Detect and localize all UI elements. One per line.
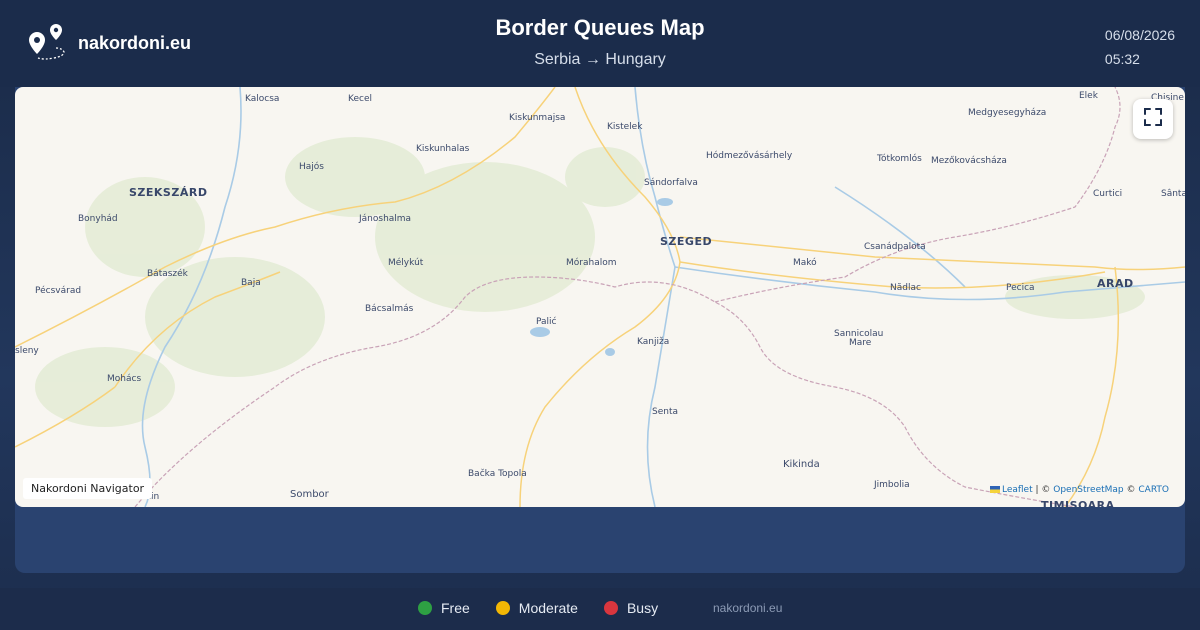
city-label: Bonyhád [78, 214, 118, 224]
city-label: sleny [15, 346, 39, 356]
city-label: Csanádpalota [864, 242, 926, 252]
city-label: Kistelek [607, 122, 643, 132]
city-label: Bácsalmás [365, 304, 414, 314]
footer: Free Moderate Busy nakordoni.eu [0, 588, 1200, 630]
legend-label: Moderate [518, 600, 578, 616]
border-map[interactable]: Kalocsa Kecel Kiskunmajsa Kistelek Elek … [15, 87, 1185, 507]
ukraine-flag-icon [989, 486, 1000, 493]
city-label: Kalocsa [245, 94, 280, 104]
city-label: Senta [652, 407, 678, 417]
city-label: Pécsvárad [35, 286, 82, 296]
time-text: 05:32 [1104, 51, 1140, 67]
navigator-label: Nakordoni Navigator [23, 478, 153, 499]
city-label: Sándorfalva [644, 178, 698, 188]
leaflet-link[interactable]: Leaflet [1002, 485, 1033, 495]
city-label: Medgyesegyháza [968, 108, 1047, 118]
city-label: Kecel [348, 94, 372, 104]
map-attribution: Leaflet | © OpenStreetMap © CARTO [989, 485, 1169, 495]
city-label: Jimbolia [874, 480, 910, 490]
city-label: Mórahalom [566, 258, 617, 268]
city-label: Mohács [107, 374, 142, 384]
osm-link[interactable]: OpenStreetMap [1053, 485, 1123, 495]
legend-item-moderate: Moderate [495, 600, 578, 616]
legend-item-free: Free [418, 600, 470, 616]
city-label: Kiskunmajsa [509, 113, 566, 123]
city-label: SZEGED [660, 235, 713, 248]
city-label: Mare [849, 338, 872, 348]
date-text: 06/08/2026 [1104, 27, 1175, 43]
city-label: Mélykút [388, 258, 424, 268]
city-label: Kanjiža [637, 337, 670, 347]
city-label: Baja [241, 278, 261, 288]
status-dot-icon [603, 601, 618, 615]
city-label: Nădlac [890, 283, 921, 293]
legend-label: Free [441, 600, 470, 616]
city-label: Bačka Topola [468, 469, 527, 479]
city-label: SZEKSZÁRD [129, 186, 208, 199]
city-label: Palić [536, 317, 557, 327]
legend-label: Busy [626, 600, 659, 616]
city-label: Curtici [1093, 189, 1123, 199]
page-title: Border Queues Map [495, 15, 705, 40]
attribution-separator: | © [1032, 485, 1054, 495]
city-label: ARAD [1097, 277, 1134, 290]
legend-item-busy: Busy [603, 600, 659, 616]
status-dot-icon [418, 601, 432, 615]
fullscreen-icon [1144, 107, 1162, 131]
city-label: Pecica [1006, 283, 1035, 293]
city-label: Elek [1079, 91, 1098, 101]
city-label: Hajós [299, 162, 324, 172]
status-dot-icon [495, 601, 510, 615]
city-label: TIMIȘOARA [1041, 499, 1115, 507]
footer-site-link[interactable]: nakordoni.eu [713, 601, 782, 615]
city-label: Makó [793, 258, 817, 268]
city-label: Tótkomlós [877, 154, 922, 164]
city-label: Mezőkovácsháza [931, 156, 1007, 166]
carto-link[interactable]: CARTO [1138, 485, 1169, 495]
city-label: Sânta [1161, 189, 1185, 199]
city-label: Kikinda [783, 459, 820, 470]
city-label: Bátaszék [147, 269, 188, 279]
route-subtitle: Serbia → Hungary [534, 51, 666, 68]
app-header: nakordoni.eu Border Queues Map Serbia → … [0, 0, 1200, 87]
city-label: Sombor [290, 489, 329, 500]
title-block: Border Queues Map Serbia → Hungary [0, 15, 1200, 69]
fullscreen-button[interactable] [1133, 99, 1173, 139]
city-label: Kiskunhalas [416, 144, 470, 154]
city-label: Hódmezővásárhely [706, 151, 793, 161]
map-base-layer [15, 87, 1185, 507]
attribution-separator: © [1123, 485, 1139, 495]
legend: Free Moderate Busy [418, 600, 684, 616]
city-label: Jánoshalma [359, 214, 412, 224]
datetime: 06/08/2026 05:32 [1105, 23, 1175, 71]
